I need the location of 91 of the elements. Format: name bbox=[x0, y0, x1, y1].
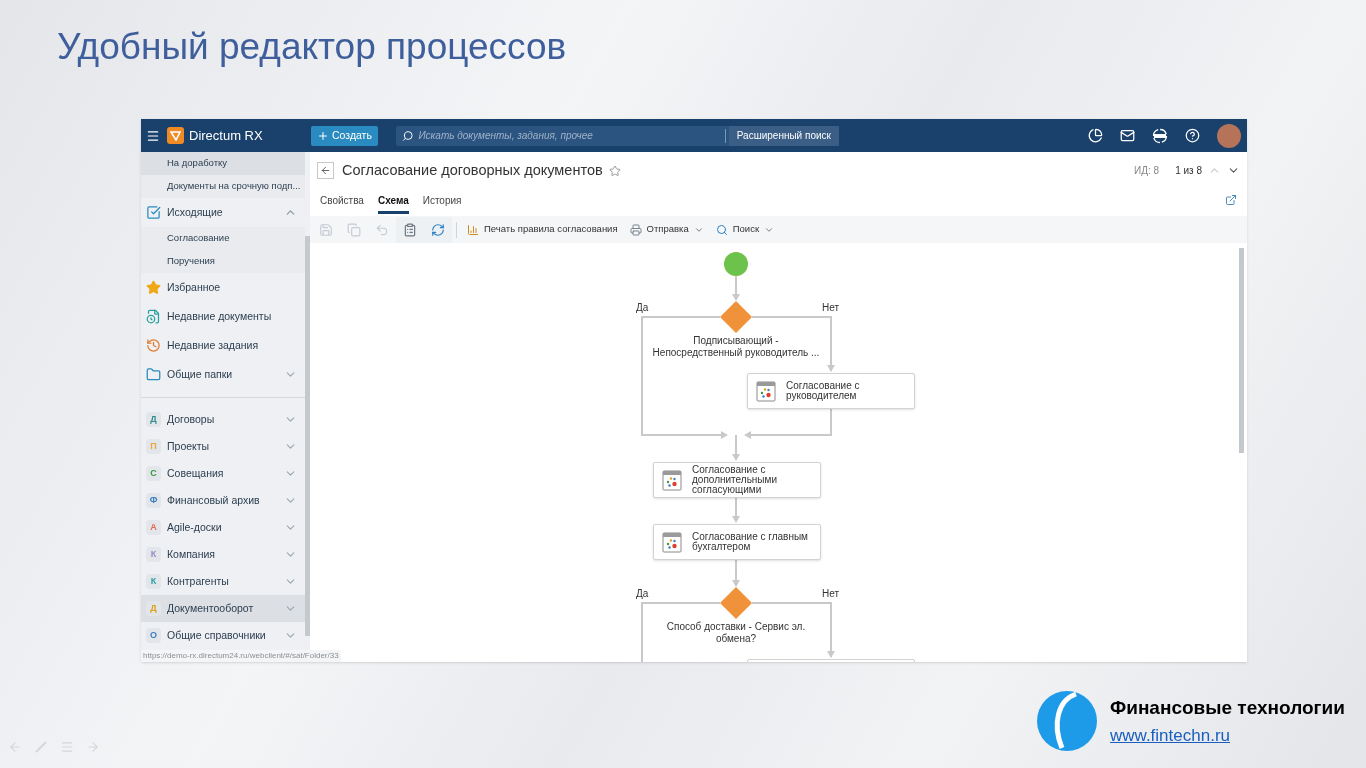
id-label: ИД: 8 bbox=[1134, 164, 1160, 178]
checklist-icon bbox=[146, 205, 161, 220]
website-link[interactable]: www.fintechn.ru bbox=[1110, 722, 1345, 748]
decision-diamond bbox=[720, 587, 752, 619]
task-node[interactable]: Согласование с дополнительными согласующими bbox=[653, 462, 821, 498]
slide-title: Удобный редактор процессов bbox=[57, 25, 567, 69]
condition-text: Подписывающий - Непосредственный руководитель ... bbox=[651, 335, 821, 359]
module-letter-badge: Д bbox=[146, 601, 161, 616]
branch-label: Нет bbox=[822, 301, 840, 315]
module-letter-badge: С bbox=[146, 466, 161, 481]
connector-arrow bbox=[732, 559, 740, 587]
sidebar-item[interactable]: Поручения bbox=[141, 250, 305, 273]
mail-icon[interactable] bbox=[1120, 128, 1135, 143]
sidebar-item[interactable]: Д Документооборот bbox=[141, 595, 305, 622]
sidebar-item[interactable]: П Проекты bbox=[141, 433, 305, 460]
pager-text: 1 из 8 bbox=[1175, 164, 1202, 178]
sidebar-item[interactable]: Недавние документы bbox=[141, 302, 305, 331]
document-icon bbox=[146, 309, 161, 324]
module-letter-badge: Ф bbox=[146, 493, 161, 508]
pen-icon[interactable] bbox=[34, 740, 48, 754]
search-field[interactable]: Искать документы, задания, прочее Расширенный поиск bbox=[395, 125, 839, 146]
chart-icon[interactable] bbox=[1088, 128, 1103, 143]
logo-icon bbox=[167, 127, 184, 144]
back-button[interactable] bbox=[317, 162, 334, 179]
star-icon bbox=[146, 280, 161, 295]
scrollbar[interactable] bbox=[1239, 248, 1244, 453]
sidebar-item[interactable]: Недавние задания bbox=[141, 331, 305, 360]
condition-text: Способ доставки - Сервис эл. обмена? bbox=[665, 621, 807, 645]
sidebar-item[interactable]: Общие папки bbox=[141, 360, 305, 389]
module-letter-badge: А bbox=[146, 520, 161, 535]
task-icon bbox=[662, 531, 682, 553]
brand-name: Directum RX bbox=[189, 126, 264, 145]
sidebar-item[interactable]: Ф Финансовый архив bbox=[141, 487, 305, 514]
toolbar-button[interactable]: Печать правила согласования bbox=[461, 216, 624, 243]
sidebar-item[interactable]: О Общие справочники bbox=[141, 622, 305, 649]
search-icon bbox=[715, 223, 728, 236]
task-node[interactable]: Согласование с руководителем bbox=[747, 373, 915, 409]
sidebar-item[interactable]: А Agile-доски bbox=[141, 514, 305, 541]
sidebar-item[interactable]: Документы на срочную подп... bbox=[141, 175, 305, 198]
create-button[interactable]: Создать bbox=[311, 125, 378, 146]
sidebar-item[interactable]: К Контрагенты bbox=[141, 568, 305, 595]
clock-icon bbox=[146, 338, 161, 353]
tab[interactable]: Свойства bbox=[320, 189, 364, 214]
module-letter-badge: П bbox=[146, 439, 161, 454]
connector-arrow bbox=[732, 497, 740, 523]
sidebar-item[interactable]: Исходящие bbox=[141, 198, 305, 227]
open-window-icon[interactable] bbox=[1225, 194, 1237, 206]
module-letter-badge: К bbox=[146, 547, 161, 562]
sidebar-item[interactable]: К Компания bbox=[141, 541, 305, 568]
folder-icon bbox=[146, 367, 161, 382]
branch-label: Да bbox=[636, 301, 649, 315]
tab[interactable]: История bbox=[422, 189, 462, 214]
sidebar-item[interactable]: Согласование bbox=[141, 227, 305, 250]
module-letter-badge: О bbox=[146, 628, 161, 643]
company-name: Финансовые технологии bbox=[1110, 696, 1345, 720]
sidebar-item[interactable]: С Совещания bbox=[141, 460, 305, 487]
plus-icon bbox=[317, 129, 329, 142]
sidebar-item[interactable]: Д Договоры bbox=[141, 406, 305, 433]
toolbar-button[interactable]: Отправка bbox=[623, 216, 710, 243]
branch-label: Нет bbox=[822, 587, 840, 601]
decision-diamond bbox=[720, 301, 752, 333]
scrollbar[interactable] bbox=[305, 236, 310, 636]
task-icon bbox=[662, 469, 682, 491]
sidebar-item[interactable]: На доработку bbox=[141, 152, 305, 175]
status-url: https://demo-rx.directum24.ru/webclient/#/sat/Folder/33 bbox=[141, 650, 341, 662]
document-title: Согласование договорных документов bbox=[342, 160, 603, 180]
task-node[interactable]: Согласование с главным бухгалтером bbox=[653, 524, 821, 560]
search-icon bbox=[401, 129, 414, 142]
connector-arrow bbox=[732, 275, 740, 301]
new-badge-icon[interactable] bbox=[1152, 127, 1168, 144]
company-logo bbox=[1036, 690, 1098, 752]
advanced-search-button[interactable]: Расширенный поиск bbox=[728, 125, 839, 146]
module-letter-badge: Д bbox=[146, 412, 161, 427]
help-icon[interactable] bbox=[1185, 128, 1200, 143]
chart-icon bbox=[467, 223, 479, 236]
sidebar-item[interactable]: Избранное bbox=[141, 273, 305, 302]
module-letter-badge: К bbox=[146, 574, 161, 589]
printer-icon bbox=[629, 223, 642, 236]
back-arrow-icon bbox=[320, 165, 331, 176]
toolbar-button[interactable]: Поиск bbox=[709, 216, 781, 243]
connector-arrow bbox=[732, 434, 740, 461]
refresh-icon[interactable] bbox=[424, 216, 452, 243]
next-icon[interactable] bbox=[86, 740, 100, 754]
star-icon[interactable] bbox=[608, 164, 621, 177]
avatar[interactable] bbox=[1217, 123, 1241, 148]
branch-label: Да bbox=[636, 587, 649, 601]
menu-icon[interactable] bbox=[146, 128, 160, 143]
previous-icon[interactable] bbox=[8, 740, 22, 754]
clipboard-icon[interactable] bbox=[396, 216, 424, 243]
task-icon bbox=[756, 380, 776, 402]
start-node bbox=[724, 252, 748, 276]
